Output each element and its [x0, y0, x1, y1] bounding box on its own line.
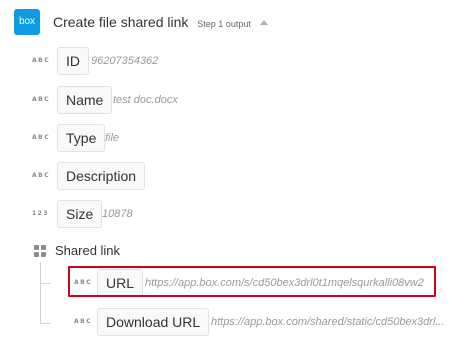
- field-value-size: 10878: [102, 208, 133, 220]
- field-row-id: ABC ID 96207354362: [0, 47, 458, 75]
- field-value-id: 96207354362: [91, 55, 159, 67]
- field-pill-type[interactable]: Type: [57, 124, 106, 152]
- type-abc-icon: ABC: [32, 172, 51, 179]
- type-abc-icon: ABC: [32, 57, 51, 64]
- shared-link-group-label[interactable]: Shared link: [55, 243, 120, 258]
- field-value-download-url: https://app.box.com/shared/static/cd50be…: [211, 316, 445, 328]
- type-abc-icon: ABC: [32, 96, 51, 103]
- highlight-box: [68, 266, 436, 297]
- field-pill-download-url[interactable]: Download URL: [97, 308, 210, 336]
- step-title-text: Create file shared link: [53, 14, 189, 30]
- field-row-description: ABC Description: [0, 162, 458, 190]
- grid-icon: [34, 245, 46, 257]
- step-subtitle: Step 1 output: [197, 19, 251, 29]
- field-row-download-url: ABC Download URL https://app.box.com/sha…: [0, 308, 458, 336]
- field-value-name: test doc.docx: [113, 94, 178, 106]
- step-title[interactable]: Create file shared link Step 1 output: [53, 14, 268, 30]
- field-pill-name[interactable]: Name: [57, 86, 113, 114]
- type-number-icon: 123: [32, 210, 50, 217]
- field-value-type: file: [105, 132, 120, 144]
- box-logo-icon: box: [14, 9, 40, 35]
- field-row-size: 123 Size 10878: [0, 200, 458, 228]
- type-abc-icon: ABC: [32, 134, 51, 141]
- field-row-type: ABC Type file: [0, 124, 458, 152]
- collapse-caret-icon[interactable]: [259, 20, 268, 25]
- type-abc-icon: ABC: [74, 318, 93, 325]
- field-pill-id[interactable]: ID: [57, 47, 89, 75]
- field-pill-size[interactable]: Size: [57, 200, 103, 228]
- step-output-header: box Create file shared link Step 1 outpu…: [14, 7, 458, 37]
- field-pill-description[interactable]: Description: [57, 162, 146, 190]
- field-row-name: ABC Name test doc.docx: [0, 86, 458, 114]
